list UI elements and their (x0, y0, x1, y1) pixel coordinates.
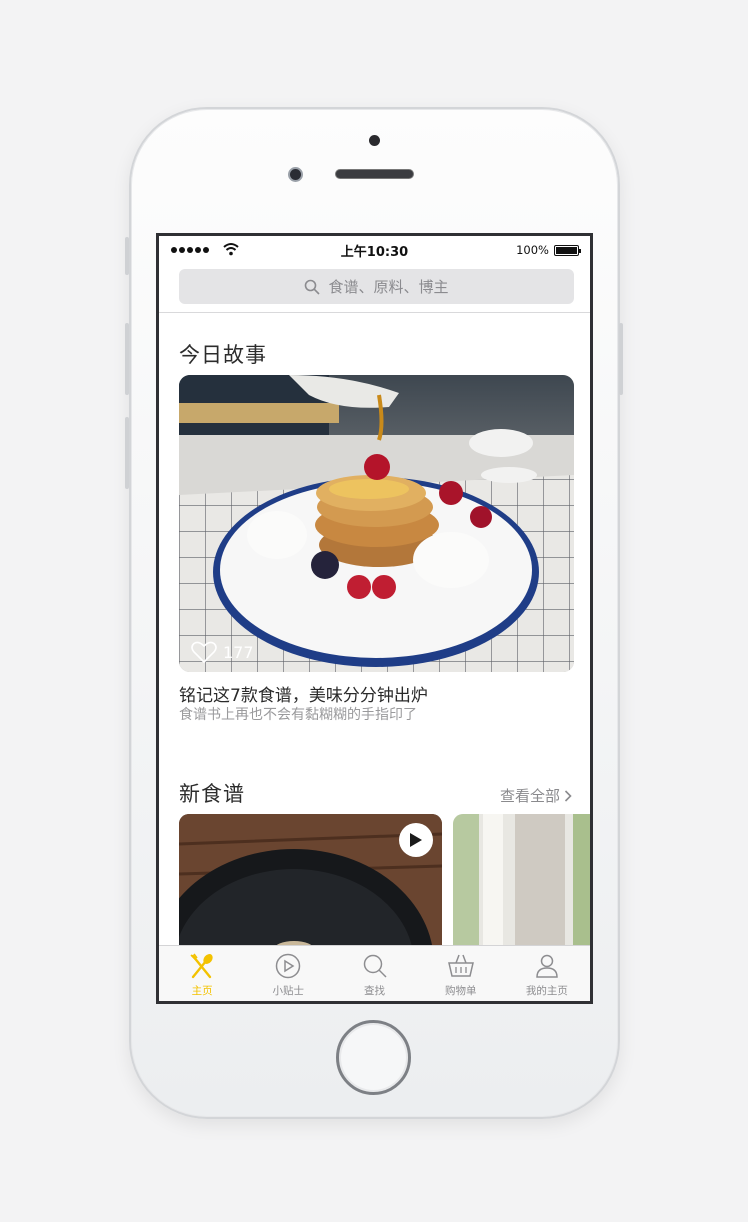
volume-up-button (125, 323, 129, 395)
power-button (619, 323, 623, 395)
front-camera (288, 167, 303, 182)
battery-icon (554, 245, 581, 256)
tab-label: 小贴士 (272, 985, 305, 997)
tab-home[interactable]: 主页 (159, 946, 245, 1001)
view-all-label: 查看全部 (499, 787, 560, 805)
proximity-sensor (369, 135, 380, 146)
search-bar[interactable]: 食谱、原料、博主 (179, 269, 574, 304)
search-icon (305, 279, 321, 295)
user-icon (536, 954, 558, 978)
status-bar: 上午10:30 100% (159, 236, 590, 266)
basket-icon (447, 954, 474, 977)
battery-percent: 100% (516, 243, 549, 257)
story-subtitle: 食谱书上再也不会有黏糊糊的手指印了 (179, 707, 417, 723)
recipe-card[interactable] (179, 814, 442, 954)
tab-label: 主页 (191, 985, 213, 997)
play-icon (410, 833, 422, 847)
tab-label: 购物单 (444, 985, 477, 997)
earpiece-speaker (335, 169, 414, 179)
home-button[interactable] (336, 1020, 411, 1095)
video-play-button[interactable] (399, 823, 433, 857)
view-all-link[interactable]: 查看全部 (500, 785, 572, 806)
mute-switch (125, 237, 129, 275)
header-divider (159, 312, 590, 313)
likes-count: 177 (223, 643, 254, 662)
chevron-right-icon (564, 789, 572, 802)
heart-icon (191, 641, 217, 664)
new-recipes-title: 新食谱 (179, 782, 245, 806)
tab-shopping-list[interactable]: 购物单 (418, 946, 504, 1001)
tab-search[interactable]: 查找 (331, 946, 417, 1001)
likes-counter[interactable]: 177 (191, 641, 254, 664)
volume-down-button (125, 417, 129, 489)
search-icon (363, 954, 387, 978)
story-image (179, 375, 574, 672)
story-headline[interactable]: 铭记这7款食谱，美味分分钟出炉 (179, 681, 428, 706)
recipe-image (453, 814, 590, 954)
fork-spoon-icon (190, 953, 213, 979)
story-card[interactable]: 177 (179, 375, 574, 672)
app-screen: 上午10:30 100% 食谱、原料、博主 今日故事 177 铭记这7款食谱，美… (156, 233, 593, 1004)
tab-profile[interactable]: 我的主页 (504, 946, 590, 1001)
play-circle-icon (276, 953, 301, 979)
search-placeholder: 食谱、原料、博主 (328, 278, 449, 296)
today-story-title: 今日故事 (179, 343, 267, 367)
tab-label: 查找 (364, 985, 385, 997)
tab-tips[interactable]: 小贴士 (245, 946, 331, 1001)
tab-label: 我的主页 (525, 985, 568, 997)
recipe-card[interactable] (453, 814, 590, 954)
bottom-tab-bar: 主页 小贴士 查找 购物单 我的主页 (159, 945, 590, 1001)
